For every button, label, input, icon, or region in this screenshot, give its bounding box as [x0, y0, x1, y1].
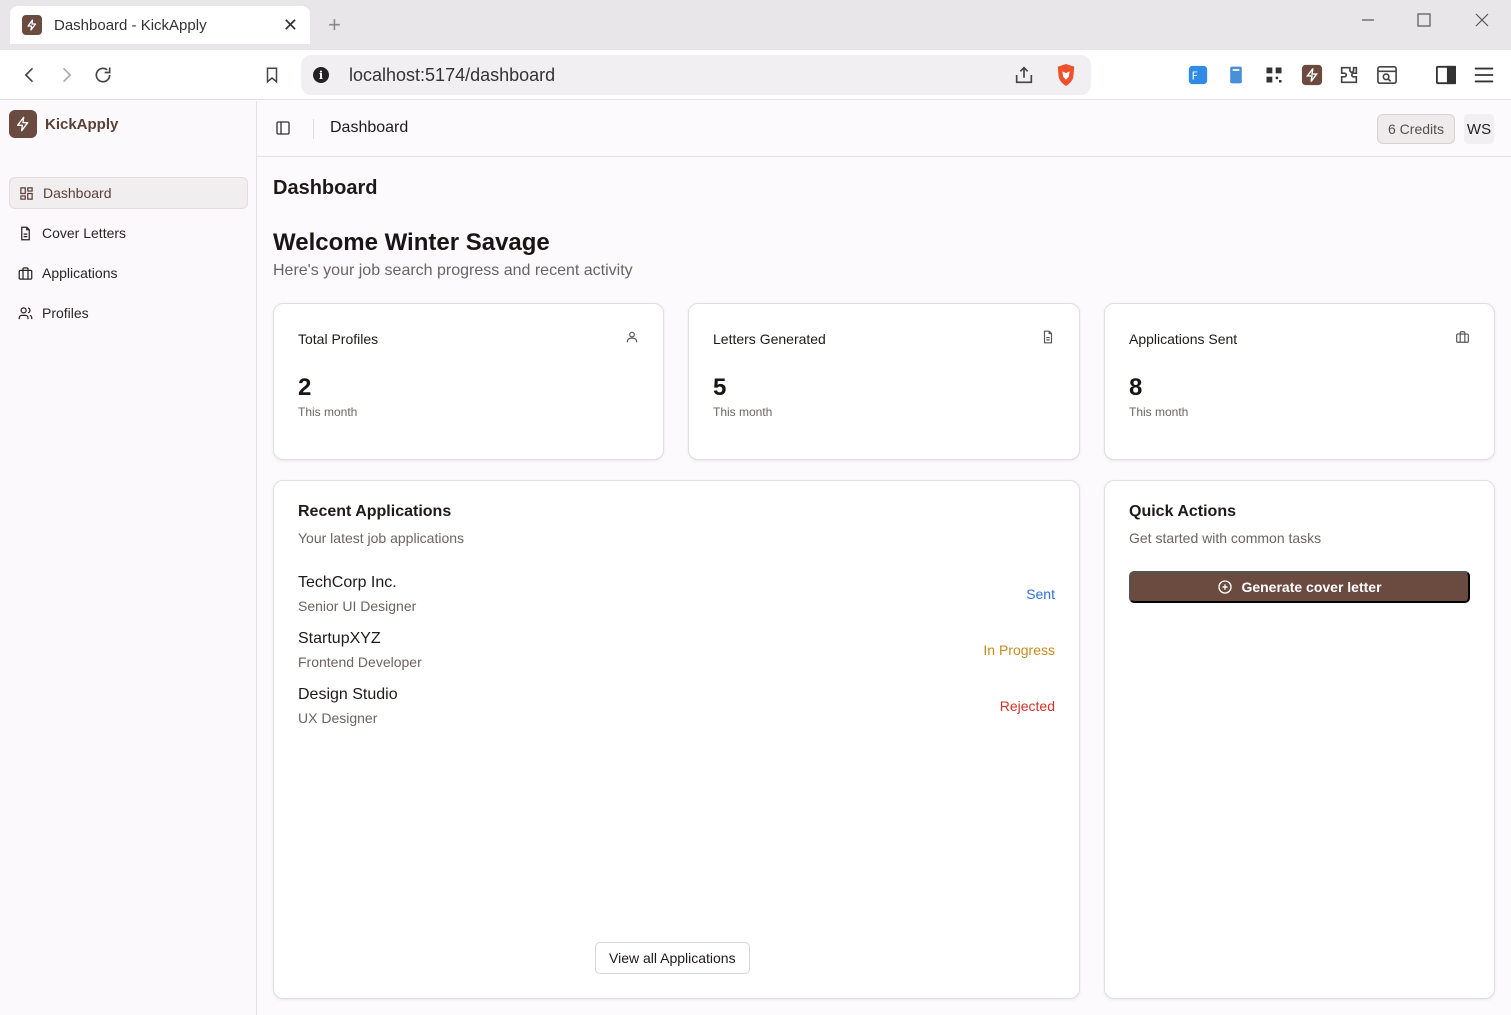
list-item[interactable]: TechCorp Inc. Senior UI Designer Sent — [298, 574, 1055, 620]
card-subtitle: Get started with common tasks — [1129, 530, 1322, 546]
card-title: Recent Applications — [298, 503, 452, 520]
status-badge: Sent — [1026, 586, 1055, 602]
minimize-icon[interactable] — [1360, 12, 1376, 33]
svg-text:F: F — [1192, 70, 1198, 83]
stat-subtitle: This month — [298, 405, 358, 419]
sidebar-item-dashboard[interactable]: Dashboard — [9, 177, 248, 209]
brand-name: KickApply — [45, 115, 119, 133]
main-content: Dashboard Welcome Winter Savage Here's y… — [257, 157, 1511, 1015]
file-text-icon — [21, 226, 30, 240]
user-icon — [625, 330, 639, 349]
tab-close-icon[interactable]: ✕ — [283, 15, 298, 36]
sidebar-nav: Dashboard Cover Letters Applications Pro… — [9, 177, 248, 337]
main-header: Dashboard 6 Credits WS — [257, 101, 1511, 157]
welcome-subtitle: Here's your job search progress and rece… — [273, 262, 633, 279]
reader-extension-icon[interactable] — [1224, 63, 1248, 87]
briefcase-icon — [1455, 330, 1470, 349]
reload-icon[interactable] — [91, 63, 115, 87]
sidebar-toggle-icon[interactable] — [1434, 63, 1458, 87]
app-role: Frontend Developer — [298, 654, 422, 670]
app-role: UX Designer — [298, 710, 378, 726]
generate-cover-letter-button[interactable]: Generate cover letter — [1129, 571, 1470, 603]
briefcase-icon — [18, 266, 33, 280]
app-company: TechCorp Inc. — [298, 574, 397, 591]
app-role: Senior UI Designer — [298, 598, 417, 614]
forward-icon[interactable] — [54, 63, 78, 87]
maximize-icon[interactable] — [1416, 12, 1432, 33]
sidebar-item-label: Profiles — [42, 305, 89, 321]
status-badge: Rejected — [999, 698, 1055, 714]
stat-subtitle: This month — [713, 405, 773, 419]
grid-icon — [20, 186, 33, 200]
card-subtitle: Your latest job applications — [298, 530, 465, 546]
list-item[interactable]: StartupXYZ Frontend Developer In Progres… — [298, 630, 1055, 676]
sidebar-item-label: Cover Letters — [42, 225, 127, 241]
card-title: Quick Actions — [1129, 503, 1236, 520]
stat-card-letters-generated: Letters Generated 5 This month — [688, 303, 1080, 460]
sidebar-item-profiles[interactable]: Profiles — [9, 297, 248, 329]
quick-actions-card: Quick Actions Get started with common ta… — [1104, 480, 1495, 999]
recent-applications-card: Recent Applications Your latest job appl… — [273, 480, 1080, 999]
stat-value: 5 — [713, 374, 727, 401]
back-icon[interactable] — [18, 63, 42, 87]
extensions-puzzle-icon[interactable] — [1337, 63, 1361, 87]
stat-card-total-profiles: Total Profiles 2 This month — [273, 303, 664, 460]
sidebar-toggle-button[interactable] — [275, 120, 291, 141]
sidebar-item-label: Applications — [42, 265, 118, 281]
plus-circle-icon — [1218, 580, 1233, 594]
status-badge: In Progress — [983, 642, 1055, 658]
welcome-heading: Welcome Winter Savage — [273, 229, 550, 256]
app-company: StartupXYZ — [298, 630, 381, 647]
browser-tabbar: Dashboard - KickApply ✕ + — [0, 0, 1511, 50]
site-info-icon[interactable]: i — [313, 67, 329, 83]
file-text-icon — [1041, 330, 1055, 349]
address-bar[interactable]: i localhost:5174/dashboard — [301, 55, 1091, 95]
users-icon — [18, 306, 33, 319]
stat-title: Applications Sent — [1129, 331, 1238, 347]
kickapply-favicon-icon — [22, 15, 42, 35]
stat-card-applications-sent: Applications Sent 8 This month — [1104, 303, 1495, 460]
stat-title: Total Profiles — [298, 331, 379, 347]
list-item[interactable]: Design Studio UX Designer Rejected — [298, 686, 1055, 732]
view-all-applications-button[interactable]: View all Applications — [595, 942, 750, 974]
kickapply-logo-icon — [9, 110, 37, 138]
translate-extension-icon[interactable]: F — [1186, 63, 1210, 87]
url-text[interactable]: localhost:5174/dashboard — [349, 65, 555, 86]
close-window-icon[interactable] — [1474, 12, 1490, 33]
share-icon[interactable] — [1013, 64, 1035, 91]
header-divider — [313, 119, 314, 139]
app-company: Design Studio — [298, 686, 398, 703]
search-panel-icon[interactable] — [1375, 63, 1399, 87]
app-sidebar: KickApply Dashboard Cover Letters Applic… — [0, 101, 257, 1015]
bookmark-icon[interactable] — [260, 63, 284, 87]
brand[interactable]: KickApply — [9, 110, 118, 138]
stat-value: 8 — [1129, 374, 1143, 401]
sidebar-item-cover-letters[interactable]: Cover Letters — [9, 217, 248, 249]
sidebar-item-applications[interactable]: Applications — [9, 257, 248, 289]
header-title: Dashboard — [330, 119, 409, 136]
brave-shield-icon[interactable] — [1055, 63, 1077, 92]
kickapply-extension-icon[interactable] — [1300, 63, 1324, 87]
sidebar-item-label: Dashboard — [43, 185, 112, 201]
page-title: Dashboard — [273, 177, 378, 199]
avatar[interactable]: WS — [1464, 114, 1494, 144]
tab-title: Dashboard - KickApply — [54, 16, 207, 34]
qr-code-extension-icon[interactable] — [1262, 63, 1286, 87]
new-tab-icon[interactable]: + — [328, 12, 341, 38]
menu-icon[interactable] — [1472, 63, 1496, 87]
button-label: Generate cover letter — [1241, 579, 1382, 595]
stat-subtitle: This month — [1129, 405, 1189, 419]
credits-badge[interactable]: 6 Credits — [1377, 114, 1456, 144]
stat-value: 2 — [298, 374, 312, 401]
stat-title: Letters Generated — [713, 331, 826, 347]
browser-toolbar: i localhost:5174/dashboard F — [0, 50, 1511, 100]
browser-tab[interactable]: Dashboard - KickApply ✕ — [10, 6, 310, 44]
